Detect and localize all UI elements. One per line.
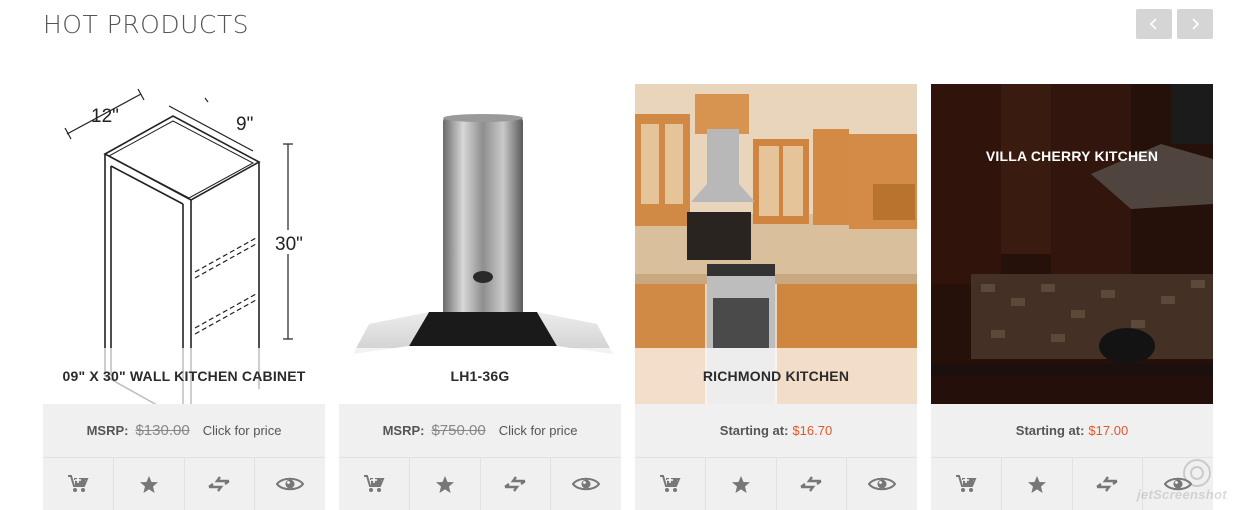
product-card: LH1-36G MSRP: $750.00 Click for price <box>339 84 621 510</box>
add-to-cart-button[interactable] <box>931 458 1002 510</box>
product-name[interactable]: VILLA CHERRY KITCHEN <box>931 148 1213 164</box>
chevron-left-icon <box>1149 18 1157 30</box>
compare-button[interactable] <box>1073 458 1144 510</box>
product-price: $17.00 <box>1088 423 1129 438</box>
watermark: jetScreenshot <box>1137 458 1245 508</box>
compare-icon <box>1096 476 1119 492</box>
product-name[interactable]: LH1-36G <box>339 348 621 404</box>
compare-button[interactable] <box>185 458 256 510</box>
msrp-label: MSRP: <box>86 423 129 438</box>
msrp-old-price: $750.00 <box>431 422 486 439</box>
wishlist-button[interactable] <box>1002 458 1073 510</box>
quick-view-eye-icon <box>276 477 305 491</box>
wishlist-star-icon <box>435 475 454 493</box>
watermark-text: jetScreenshot <box>1137 487 1227 502</box>
product-name[interactable]: 09" X 30" WALL KITCHEN CABINET <box>43 348 325 404</box>
compare-icon <box>208 476 231 492</box>
product-image-link[interactable]: LH1-36G <box>339 84 621 404</box>
carousel-prev-button[interactable] <box>1136 9 1172 39</box>
product-actions <box>635 457 917 510</box>
price-row: Starting at: $17.00 <box>931 404 1213 457</box>
product-actions <box>339 457 621 510</box>
chevron-right-icon <box>1192 18 1200 30</box>
add-to-cart-icon <box>659 475 681 492</box>
price-row: MSRP: $130.00 Click for price <box>43 404 325 457</box>
add-to-cart-button[interactable] <box>339 458 410 510</box>
add-to-cart-button[interactable] <box>635 458 706 510</box>
watermark-logo-icon <box>1183 459 1211 487</box>
compare-button[interactable] <box>481 458 552 510</box>
product-name[interactable]: RICHMOND KITCHEN <box>635 348 917 404</box>
add-to-cart-icon <box>363 475 385 492</box>
kitchen-photo <box>931 84 1213 404</box>
cabinet-width-label: 9" <box>236 114 253 135</box>
wishlist-star-icon <box>1027 475 1046 493</box>
add-to-cart-button[interactable] <box>43 458 114 510</box>
product-image-link[interactable]: RICHMOND KITCHEN <box>635 84 917 404</box>
quick-view-eye-icon <box>572 477 601 491</box>
starting-at-label: Starting at: <box>1015 423 1085 438</box>
quick-view-button[interactable] <box>255 458 325 510</box>
product-actions <box>43 457 325 510</box>
wishlist-star-icon <box>139 475 158 493</box>
product-card: VILLA CHERRY KITCHEN Starting at: $17.00 <box>931 84 1213 510</box>
wishlist-button[interactable] <box>410 458 481 510</box>
compare-icon <box>800 476 823 492</box>
product-card: RICHMOND KITCHEN Starting at: $16.70 <box>635 84 917 510</box>
wishlist-star-icon <box>731 475 750 493</box>
starting-at-label: Starting at: <box>719 423 789 438</box>
add-to-cart-icon <box>67 475 89 492</box>
quick-view-button[interactable] <box>551 458 621 510</box>
msrp-old-price: $130.00 <box>135 422 190 439</box>
product-card: 9" 12" 30" 09" X 30" WALL KITCHEN CABINE… <box>43 84 325 510</box>
product-image-link[interactable]: 9" 12" 30" 09" X 30" WALL KITCHEN CABINE… <box>43 84 325 404</box>
cabinet-height-label: 30" <box>275 234 303 255</box>
click-for-price-link[interactable]: Click for price <box>203 423 282 438</box>
add-to-cart-icon <box>955 475 977 492</box>
price-row: MSRP: $750.00 Click for price <box>339 404 621 457</box>
quick-view-button[interactable] <box>847 458 917 510</box>
carousel-next-button[interactable] <box>1177 9 1213 39</box>
compare-button[interactable] <box>777 458 848 510</box>
msrp-label: MSRP: <box>382 423 425 438</box>
product-image-link[interactable]: VILLA CHERRY KITCHEN <box>931 84 1213 404</box>
wishlist-button[interactable] <box>114 458 185 510</box>
click-for-price-link[interactable]: Click for price <box>499 423 578 438</box>
price-row: Starting at: $16.70 <box>635 404 917 457</box>
quick-view-eye-icon <box>868 477 897 491</box>
wishlist-button[interactable] <box>706 458 777 510</box>
compare-icon <box>504 476 527 492</box>
product-price: $16.70 <box>792 423 833 438</box>
section-title: HOT PRODUCTS <box>43 10 249 39</box>
cabinet-depth-label: 12" <box>91 106 119 127</box>
